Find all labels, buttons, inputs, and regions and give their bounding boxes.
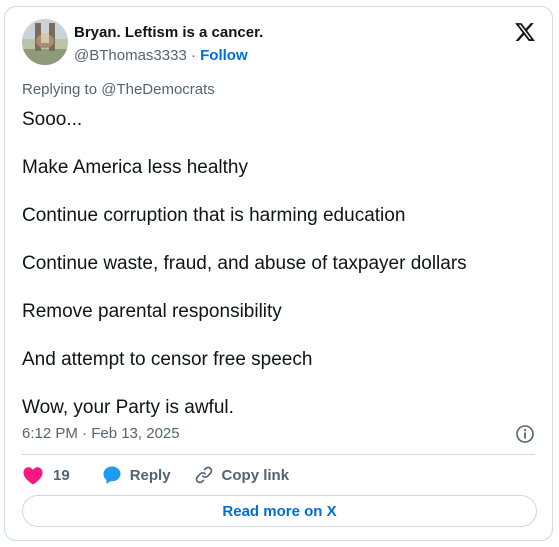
tweet-line: Continue corruption that is harming educ… xyxy=(22,205,406,226)
replying-to-label: Replying to @TheDemocrats xyxy=(22,81,215,98)
heart-icon xyxy=(22,465,44,485)
reply-label: Reply xyxy=(129,466,171,484)
divider xyxy=(22,454,535,455)
handle-separator: · xyxy=(186,47,201,64)
avatar[interactable] xyxy=(22,19,68,65)
action-bar: 19 Reply Copy link xyxy=(22,462,289,488)
tweet-line: Remove parental responsibility xyxy=(22,301,282,322)
tweet-line: And attempt to censor free speech xyxy=(22,349,313,370)
tweet-line: Wow, your Party is awful. xyxy=(22,397,234,418)
author-handle[interactable]: @BThomas3333 xyxy=(74,47,187,64)
tweet-line: Sooo... xyxy=(22,109,83,130)
link-icon xyxy=(194,465,214,485)
x-logo-icon[interactable] xyxy=(514,21,536,43)
tweet-body: Sooo... Make America less healthy Contin… xyxy=(22,108,537,444)
follow-button[interactable]: Follow xyxy=(200,47,248,64)
tweet-timestamp[interactable]: 6:12 PM · Feb 13, 2025 xyxy=(22,425,180,442)
reply-button[interactable]: Reply xyxy=(102,465,171,485)
tweet-line: Make America less healthy xyxy=(22,157,248,178)
author-handle-row: @BThomas3333 · Follow xyxy=(74,47,248,64)
copy-link-button[interactable]: Copy link xyxy=(194,465,290,485)
tweet-embed-card: Bryan. Leftism is a cancer. @BThomas3333… xyxy=(4,6,553,541)
read-more-button[interactable]: Read more on X xyxy=(22,495,537,527)
author-display-name[interactable]: Bryan. Leftism is a cancer. xyxy=(74,24,263,41)
reply-bubble-icon xyxy=(102,465,122,485)
like-button[interactable]: 19 xyxy=(22,465,70,485)
info-icon[interactable] xyxy=(515,424,535,444)
tweet-line: Continue waste, fraud, and abuse of taxp… xyxy=(22,253,467,274)
copy-link-label: Copy link xyxy=(221,466,290,484)
like-count: 19 xyxy=(53,466,70,484)
